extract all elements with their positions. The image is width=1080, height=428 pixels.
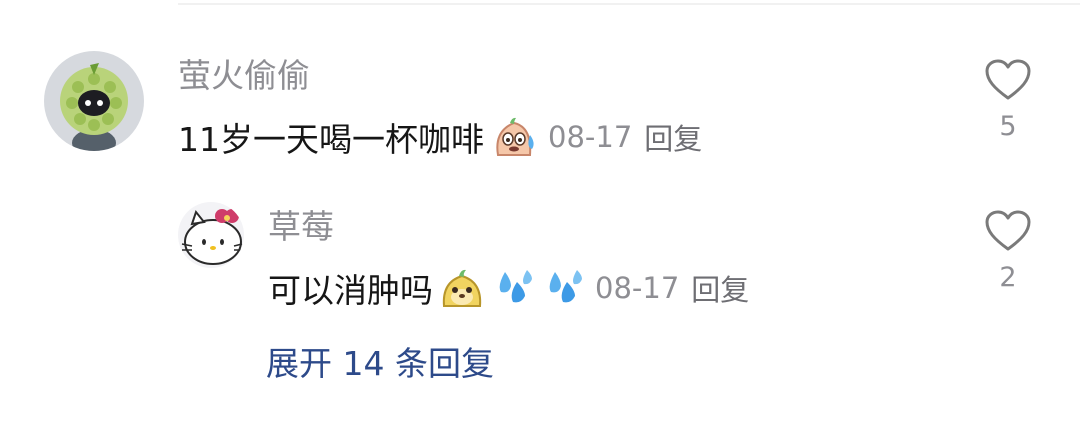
comment-date: 08-17: [548, 120, 633, 154]
top-divider: [178, 3, 1080, 5]
comment-username[interactable]: 萤火偷偷: [178, 56, 310, 96]
comment-like-count: 5: [999, 111, 1017, 142]
avatar[interactable]: [44, 51, 144, 151]
sweat-face-emoji: [490, 115, 538, 159]
reply-like-button[interactable]: 2: [978, 209, 1038, 293]
reply-reply-button[interactable]: 回复: [691, 267, 749, 309]
reply-text: 可以消肿吗: [268, 271, 433, 310]
heart-icon: [985, 59, 1031, 100]
reply-like-count: 2: [999, 262, 1017, 293]
sweat-drops-emoji: [541, 266, 585, 310]
comment-body: 11岁一天喝一杯咖啡 08-17 回复: [178, 115, 702, 159]
heart-icon: [985, 210, 1031, 251]
reply-date: 08-17: [595, 271, 680, 305]
reply-avatar[interactable]: [178, 202, 244, 268]
comment-reply-button[interactable]: 回复: [644, 116, 702, 158]
reply-username[interactable]: 草莓: [268, 207, 334, 247]
sweat-drops-emoji: [491, 266, 535, 310]
dog-face-emoji: [439, 266, 485, 310]
comment-like-button[interactable]: 5: [978, 58, 1038, 142]
expand-replies-button[interactable]: 展开 14 条回复: [266, 342, 494, 386]
comment-text: 11岁一天喝一杯咖啡: [178, 120, 484, 159]
reply-body: 可以消肿吗 08-17 回复: [268, 266, 749, 310]
